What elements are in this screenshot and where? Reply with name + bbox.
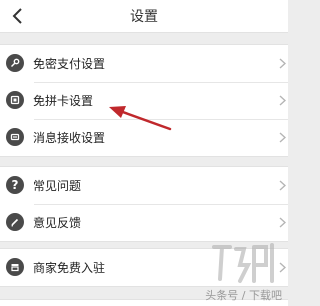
- chevron-right-icon: [279, 180, 286, 191]
- settings-group-help: ? 常见问题 意见反馈: [0, 166, 288, 242]
- settings-item-faq[interactable]: ? 常见问题: [0, 167, 288, 204]
- top-bar: 设置: [0, 0, 288, 33]
- settings-item-message-receive[interactable]: 消息接收设置: [0, 119, 288, 156]
- watermark-logo-icon: [212, 243, 274, 283]
- settings-item-feedback[interactable]: 意见反馈: [0, 204, 288, 241]
- settings-item-password-free-pay[interactable]: 免密支付设置: [0, 45, 288, 82]
- page-title: 设置: [130, 9, 158, 25]
- feedback-icon: [6, 213, 24, 231]
- divider: [34, 119, 288, 120]
- settings-item-label: 意见反馈: [33, 216, 82, 230]
- store-icon: [6, 258, 24, 276]
- settings-group-payment: 免密支付设置 免拼卡设置 消息接收设置: [0, 44, 288, 157]
- settings-item-label: 商家免费入驻: [33, 261, 106, 275]
- chevron-right-icon: [279, 95, 286, 106]
- settings-item-label: 常见问题: [33, 179, 82, 193]
- message-icon: [6, 128, 24, 146]
- settings-item-label: 免密支付设置: [33, 57, 106, 71]
- divider: [34, 82, 288, 83]
- chevron-right-icon: [279, 58, 286, 69]
- question-icon: ?: [6, 176, 24, 194]
- settings-item-label: 消息接收设置: [33, 131, 106, 145]
- divider: [34, 204, 288, 205]
- key-icon: [6, 54, 24, 72]
- settings-item-label: 免拼卡设置: [33, 94, 94, 108]
- chevron-right-icon: [279, 262, 286, 273]
- chevron-right-icon: [279, 217, 286, 228]
- watermark-text: 头条号 / 下载吧: [205, 289, 282, 302]
- settings-item-no-group-card[interactable]: 免拼卡设置: [0, 82, 288, 119]
- chevron-right-icon: [279, 132, 286, 143]
- card-icon: [6, 91, 24, 109]
